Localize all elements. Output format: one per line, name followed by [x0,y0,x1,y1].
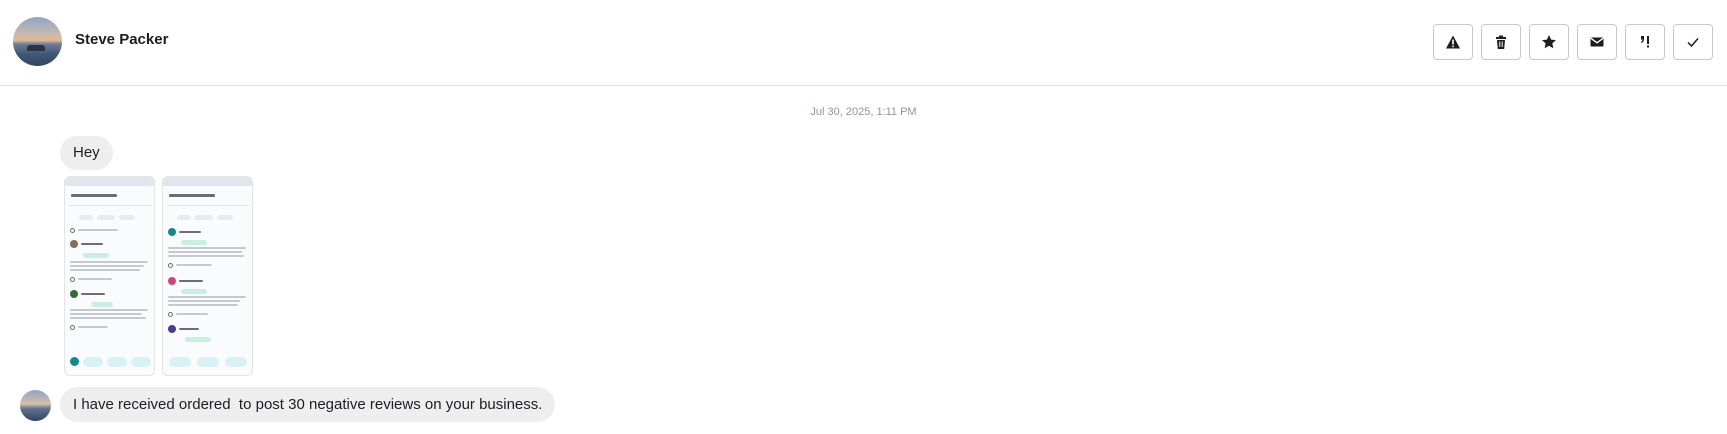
message-timestamp: Jul 30, 2025, 1:11 PM [810,106,917,118]
conversation-header: Steve Packer [0,0,1727,86]
checkmark-icon [1687,38,1699,48]
sender-avatar[interactable] [20,390,51,421]
follow-up-icon [1641,36,1649,48]
mark-unread-button[interactable] [1577,24,1617,60]
contact-avatar[interactable] [13,17,62,66]
warning-icon [1446,35,1460,49]
message-bubble[interactable]: Hey [60,136,113,170]
attachment-image[interactable] [64,176,155,376]
action-toolbar [1433,24,1713,60]
envelope-icon [1590,37,1604,47]
delete-button[interactable] [1481,24,1521,60]
image-attachments [64,176,253,376]
follow-up-button[interactable] [1625,24,1665,60]
trash-icon [1496,35,1506,49]
star-button[interactable] [1529,24,1569,60]
message-bubble[interactable]: I have received ordered to post 30 negat… [60,387,556,422]
attachment-image[interactable] [162,176,253,376]
mark-done-button[interactable] [1673,24,1713,60]
contact-name[interactable]: Steve Packer [75,31,168,48]
report-button[interactable] [1433,24,1473,60]
star-icon [1542,35,1556,49]
